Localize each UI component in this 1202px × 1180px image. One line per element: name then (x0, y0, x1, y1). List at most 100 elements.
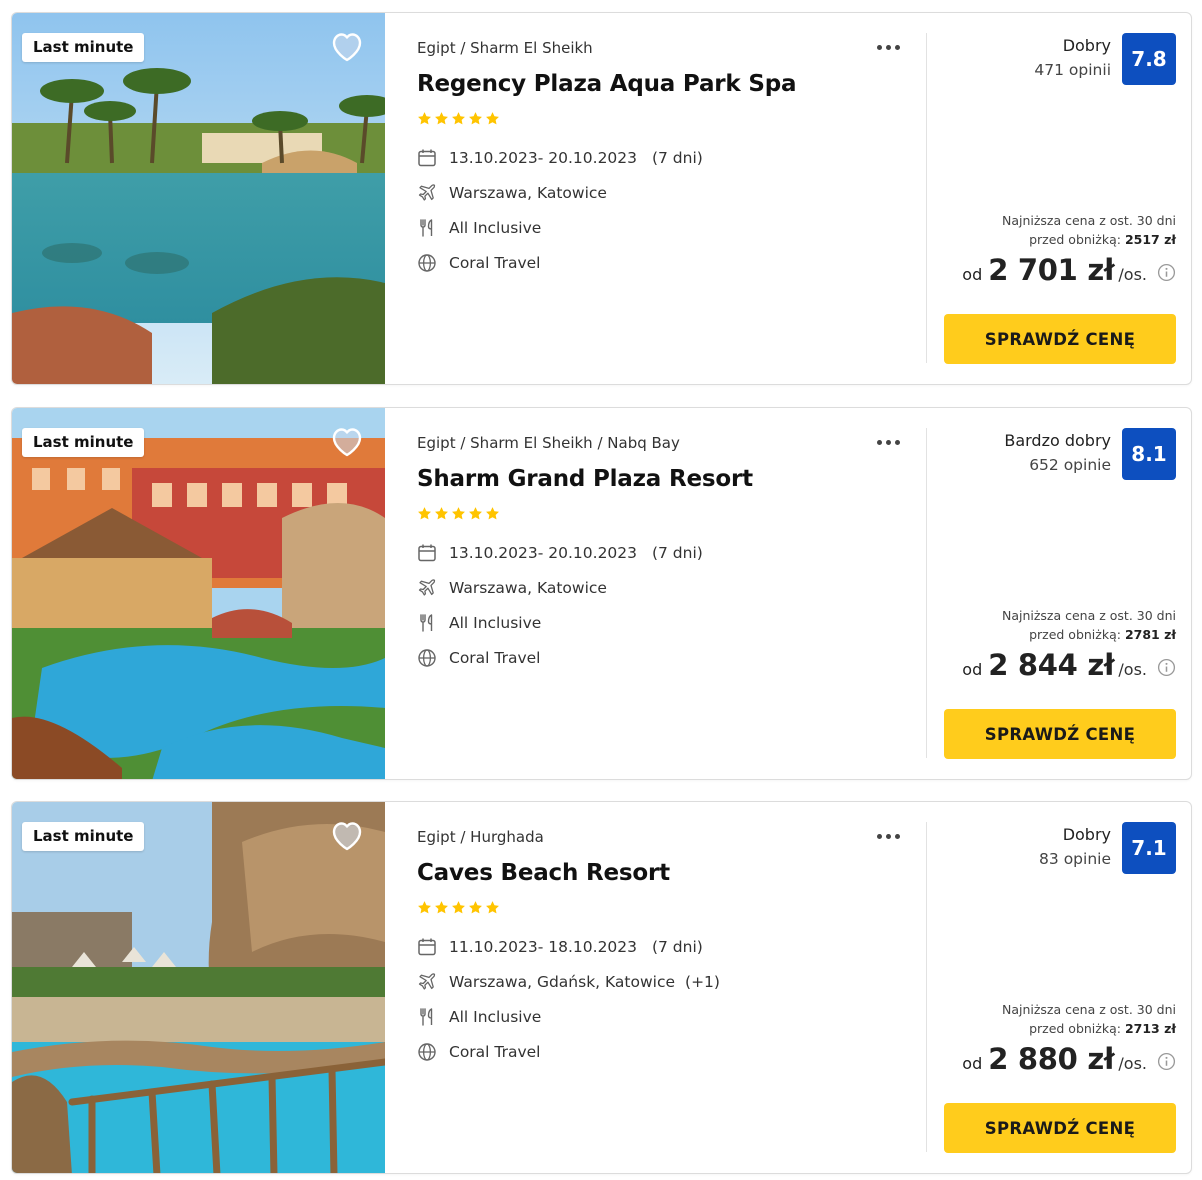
departure-cities: Warszawa, Gdańsk, Katowice (449, 973, 676, 991)
star-icon (417, 900, 432, 915)
plane-icon (417, 578, 437, 598)
last-minute-badge: Last minute (22, 428, 145, 457)
dates: 13.10.2023- 20.10.2023 (449, 544, 638, 562)
more-dots-icon[interactable] (877, 37, 907, 57)
board-type: All Inclusive (449, 1008, 542, 1026)
departure-cities: Warszawa, Katowice (449, 579, 607, 597)
hotel-photo-image (12, 408, 385, 779)
divider (926, 428, 927, 758)
lowest-price-value: 2781 zł (1124, 627, 1176, 642)
rating-label: Bardzo dobry (1004, 431, 1111, 450)
heart-icon[interactable] (330, 31, 364, 63)
duration: (7 dni) (651, 938, 703, 956)
star-icon (417, 506, 432, 521)
calendar-icon (417, 937, 437, 957)
star-icon (451, 111, 466, 126)
hotel-photo[interactable]: Last minute (12, 408, 385, 779)
lowest-price-before-discount: przed obniżką: 2781 zł (1029, 627, 1176, 642)
heart-icon[interactable] (330, 820, 364, 852)
rating-label: Dobry (1062, 825, 1111, 844)
price-amount: 2 844 zł (988, 648, 1115, 682)
cutlery-icon (417, 613, 437, 633)
offer-card[interactable]: Last minute Egipt / Sharm El Sheikh Rege… (11, 12, 1192, 385)
location-breadcrumb[interactable]: Egipt / Sharm El Sheikh (417, 39, 593, 57)
hotel-photo-image (12, 802, 385, 1173)
hotel-photo[interactable]: Last minute (12, 802, 385, 1173)
lowest-price-note: Najniższa cena z ost. 30 dni (1001, 213, 1176, 228)
info-icon[interactable] (1157, 263, 1176, 282)
lowest-price-before-discount: przed obniżką: 2517 zł (1029, 232, 1176, 247)
departure-extra[interactable]: (+1) (685, 973, 720, 991)
star-icon (485, 506, 500, 521)
more-dots-icon[interactable] (877, 432, 907, 452)
check-price-button[interactable]: SPRAWDŹ CENĘ (944, 709, 1176, 759)
rating-score: 7.1 (1122, 822, 1176, 874)
tour-operator: Coral Travel (449, 1043, 541, 1061)
calendar-icon (417, 543, 437, 563)
star-icon (434, 900, 449, 915)
offer-card[interactable]: Last minute Egipt / Sharm El Sheikh / Na… (11, 407, 1192, 780)
board-type: All Inclusive (449, 614, 542, 632)
star-rating (417, 506, 502, 522)
divider (926, 822, 927, 1152)
info-icon[interactable] (1157, 1052, 1176, 1071)
price: od 2 844 zł/os. (962, 648, 1176, 688)
review-count[interactable]: 652 opinie (1029, 456, 1111, 474)
review-count[interactable]: 83 opinie (1039, 850, 1111, 868)
departure-cities: Warszawa, Katowice (449, 184, 607, 202)
lowest-price-before-discount: przed obniżką: 2713 zł (1029, 1021, 1176, 1036)
cutlery-icon (417, 218, 437, 238)
hotel-name[interactable]: Regency Plaza Aqua Park Spa (417, 71, 796, 97)
rating-score: 7.8 (1122, 33, 1176, 85)
duration: (7 dni) (651, 544, 703, 562)
divider (926, 33, 927, 363)
star-rating (417, 111, 502, 127)
check-price-button[interactable]: SPRAWDŹ CENĘ (944, 1103, 1176, 1153)
info-icon[interactable] (1157, 658, 1176, 677)
globe-icon (417, 648, 437, 668)
hotel-name[interactable]: Caves Beach Resort (417, 860, 670, 886)
hotel-photo[interactable]: Last minute (12, 13, 385, 384)
star-icon (434, 111, 449, 126)
rating-label: Dobry (1062, 36, 1111, 55)
offer-card[interactable]: Last minute Egipt / Hurghada Caves Beach… (11, 801, 1192, 1174)
price-prefix: od (962, 660, 983, 679)
tour-operator: Coral Travel (449, 254, 541, 272)
price-suffix: /os. (1118, 1054, 1147, 1073)
lowest-price-note: Najniższa cena z ost. 30 dni (1001, 1002, 1176, 1017)
hotel-name[interactable]: Sharm Grand Plaza Resort (417, 466, 753, 492)
star-icon (468, 506, 483, 521)
more-dots-icon[interactable] (877, 826, 907, 846)
rating-score: 8.1 (1122, 428, 1176, 480)
star-icon (451, 506, 466, 521)
star-icon (485, 111, 500, 126)
location-breadcrumb[interactable]: Egipt / Hurghada (417, 828, 544, 846)
price-amount: 2 701 zł (988, 253, 1115, 287)
check-price-button[interactable]: SPRAWDŹ CENĘ (944, 314, 1176, 364)
globe-icon (417, 253, 437, 273)
calendar-icon (417, 148, 437, 168)
star-icon (451, 900, 466, 915)
star-rating (417, 900, 502, 916)
star-icon (434, 506, 449, 521)
heart-icon[interactable] (330, 426, 364, 458)
review-count[interactable]: 471 opinii (1034, 61, 1111, 79)
plane-icon (417, 972, 437, 992)
star-icon (485, 900, 500, 915)
location-breadcrumb[interactable]: Egipt / Sharm El Sheikh / Nabq Bay (417, 434, 680, 452)
board-type: All Inclusive (449, 219, 542, 237)
price-prefix: od (962, 1054, 983, 1073)
plane-icon (417, 183, 437, 203)
hotel-photo-image (12, 13, 385, 384)
dates: 11.10.2023- 18.10.2023 (449, 938, 638, 956)
globe-icon (417, 1042, 437, 1062)
lowest-price-note: Najniższa cena z ost. 30 dni (1001, 608, 1176, 623)
star-icon (468, 111, 483, 126)
price-amount: 2 880 zł (988, 1042, 1115, 1076)
duration: (7 dni) (651, 149, 703, 167)
cutlery-icon (417, 1007, 437, 1027)
price-suffix: /os. (1118, 265, 1147, 284)
tour-operator: Coral Travel (449, 649, 541, 667)
lowest-price-value: 2713 zł (1124, 1021, 1176, 1036)
dates: 13.10.2023- 20.10.2023 (449, 149, 638, 167)
